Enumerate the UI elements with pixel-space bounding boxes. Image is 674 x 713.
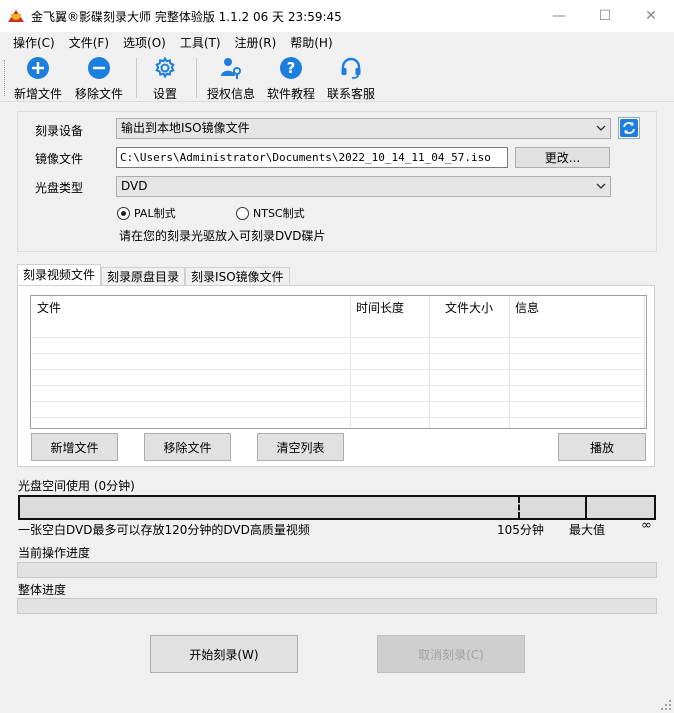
menu-help[interactable]: 帮助(H): [283, 33, 339, 53]
column-divider: [350, 296, 351, 428]
minimize-button[interactable]: —: [536, 0, 582, 32]
row-divider: [31, 401, 646, 402]
burn-hint-text: 请在您的刻录光驱放入可刻录DVD碟片: [119, 229, 326, 243]
column-divider: [644, 296, 645, 428]
change-path-button[interactable]: 更改...: [515, 147, 610, 168]
column-divider: [429, 296, 430, 428]
disc-type-select-value: DVD: [121, 179, 148, 193]
column-divider: [509, 296, 510, 428]
column-header-duration[interactable]: 时间长度: [350, 296, 404, 321]
play-button[interactable]: 播放: [558, 433, 646, 461]
ntsc-radio[interactable]: NTSC制式: [236, 205, 305, 221]
toolbar: 新增文件 移除文件 设置 授权信息 ? 软件教程 联系客服: [0, 54, 674, 102]
marker-max-line: [585, 497, 587, 518]
svg-text:?: ?: [287, 59, 296, 77]
toolbar-settings-button[interactable]: 设置: [153, 56, 177, 102]
device-label: 刻录设备: [35, 124, 84, 138]
disc-type-label: 光盘类型: [35, 181, 84, 195]
menu-options[interactable]: 选项(O): [116, 33, 173, 53]
toolbar-grip[interactable]: [4, 60, 6, 96]
resize-grip-icon[interactable]: [661, 700, 672, 711]
device-select[interactable]: 输出到本地ISO镜像文件: [116, 118, 611, 139]
marker-105-line: [518, 497, 520, 518]
tab-page-burn-video: 文件 时间长度 文件大小 信息 新增文件 移除文件 清空列表 播放: [17, 285, 655, 467]
current-progress-bar: [17, 562, 657, 578]
disk-usage-bar: [18, 495, 656, 520]
marker-105-label: 105分钟: [497, 523, 544, 537]
marker-max-label: 最大值: [569, 523, 606, 537]
toolbar-tutorial-label: 软件教程: [267, 87, 316, 101]
menu-file[interactable]: 文件(F): [62, 33, 116, 53]
ntsc-radio-label: NTSC制式: [253, 207, 305, 220]
row-divider: [31, 353, 646, 354]
cancel-burn-button[interactable]: 取消刻录(C): [377, 635, 525, 673]
overall-progress-bar: [17, 598, 657, 614]
toolbar-contact-button[interactable]: 联系客服: [327, 56, 375, 102]
toolbar-remove-file-button[interactable]: 移除文件: [75, 56, 123, 102]
clear-list-button[interactable]: 清空列表: [257, 433, 344, 461]
toolbar-separator: [196, 58, 197, 98]
ntsc-radio-dot: [236, 206, 249, 220]
close-button[interactable]: ✕: [628, 0, 674, 32]
toolbar-tutorial-button[interactable]: ? 软件教程: [267, 56, 315, 102]
chevron-down-icon: [596, 125, 606, 131]
toolbar-separator: [136, 58, 137, 98]
disc-type-select[interactable]: DVD: [116, 176, 611, 197]
window-title: 金飞翼®影碟刻录大师 完整体验版 1.1.2 06 天 23:59:45: [31, 9, 342, 24]
minus-circle-icon: [87, 56, 111, 80]
plus-circle-icon: [26, 56, 50, 80]
row-divider: [31, 337, 646, 338]
toolbar-add-file-label: 新增文件: [14, 87, 63, 101]
tab-strip: 刻录视频文件 刻录原盘目录 刻录ISO镜像文件: [17, 264, 290, 286]
refresh-devices-button[interactable]: [618, 117, 640, 139]
menu-register[interactable]: 注册(R): [228, 33, 284, 53]
tab-burn-video[interactable]: 刻录视频文件: [17, 264, 102, 286]
column-header-info[interactable]: 信息: [509, 296, 539, 321]
row-divider: [31, 417, 646, 418]
question-icon: ?: [279, 56, 303, 80]
gear-icon: [153, 56, 177, 80]
toolbar-license-button[interactable]: 授权信息: [207, 56, 255, 102]
column-header-size[interactable]: 文件大小: [439, 296, 493, 321]
maximize-button[interactable]: ☐: [582, 0, 628, 32]
file-table[interactable]: 文件 时间长度 文件大小 信息: [30, 295, 647, 429]
toolbar-contact-label: 联系客服: [327, 87, 376, 101]
row-divider: [31, 385, 646, 386]
row-divider: [31, 369, 646, 370]
tab-burn-iso[interactable]: 刻录ISO镜像文件: [185, 267, 290, 286]
menu-bar: 操作(C) 文件(F) 选项(O) 工具(T) 注册(R) 帮助(H): [0, 32, 674, 54]
key-user-icon: [219, 56, 243, 80]
column-header-file[interactable]: 文件: [31, 296, 61, 321]
device-select-value: 输出到本地ISO镜像文件: [121, 121, 250, 135]
image-path-field[interactable]: C:\Users\Administrator\Documents\2022_10…: [116, 147, 508, 168]
marker-infinity-label: ∞: [641, 518, 652, 533]
remove-file-button[interactable]: 移除文件: [144, 433, 231, 461]
add-file-button[interactable]: 新增文件: [31, 433, 118, 461]
overall-progress-label: 整体进度: [18, 583, 67, 597]
app-logo-icon: [8, 8, 24, 24]
file-table-header: 文件 时间长度 文件大小 信息: [31, 296, 646, 321]
pal-radio[interactable]: PAL制式: [117, 205, 176, 221]
current-progress-label: 当前操作进度: [18, 546, 91, 560]
menu-tools[interactable]: 工具(T): [173, 33, 228, 53]
tab-burn-disc-folder[interactable]: 刻录原盘目录: [101, 267, 186, 286]
title-bar: 金飞翼®影碟刻录大师 完整体验版 1.1.2 06 天 23:59:45 — ☐…: [0, 0, 674, 32]
toolbar-license-label: 授权信息: [207, 87, 256, 101]
disk-usage-label: 光盘空间使用 (0分钟): [18, 479, 135, 493]
disk-capacity-note: 一张空白DVD最多可以存放120分钟的DVD高质量视频: [18, 523, 310, 537]
headset-icon: [339, 56, 363, 80]
toolbar-add-file-button[interactable]: 新增文件: [14, 56, 62, 102]
refresh-icon: [620, 119, 638, 137]
pal-radio-dot: [117, 206, 130, 220]
start-burn-button[interactable]: 开始刻录(W): [150, 635, 298, 673]
chevron-down-icon: [596, 183, 606, 189]
menu-operate[interactable]: 操作(C): [0, 33, 62, 53]
toolbar-remove-file-label: 移除文件: [75, 87, 124, 101]
toolbar-settings-label: 设置: [153, 87, 178, 101]
image-file-label: 镜像文件: [35, 152, 84, 166]
pal-radio-label: PAL制式: [134, 207, 176, 220]
